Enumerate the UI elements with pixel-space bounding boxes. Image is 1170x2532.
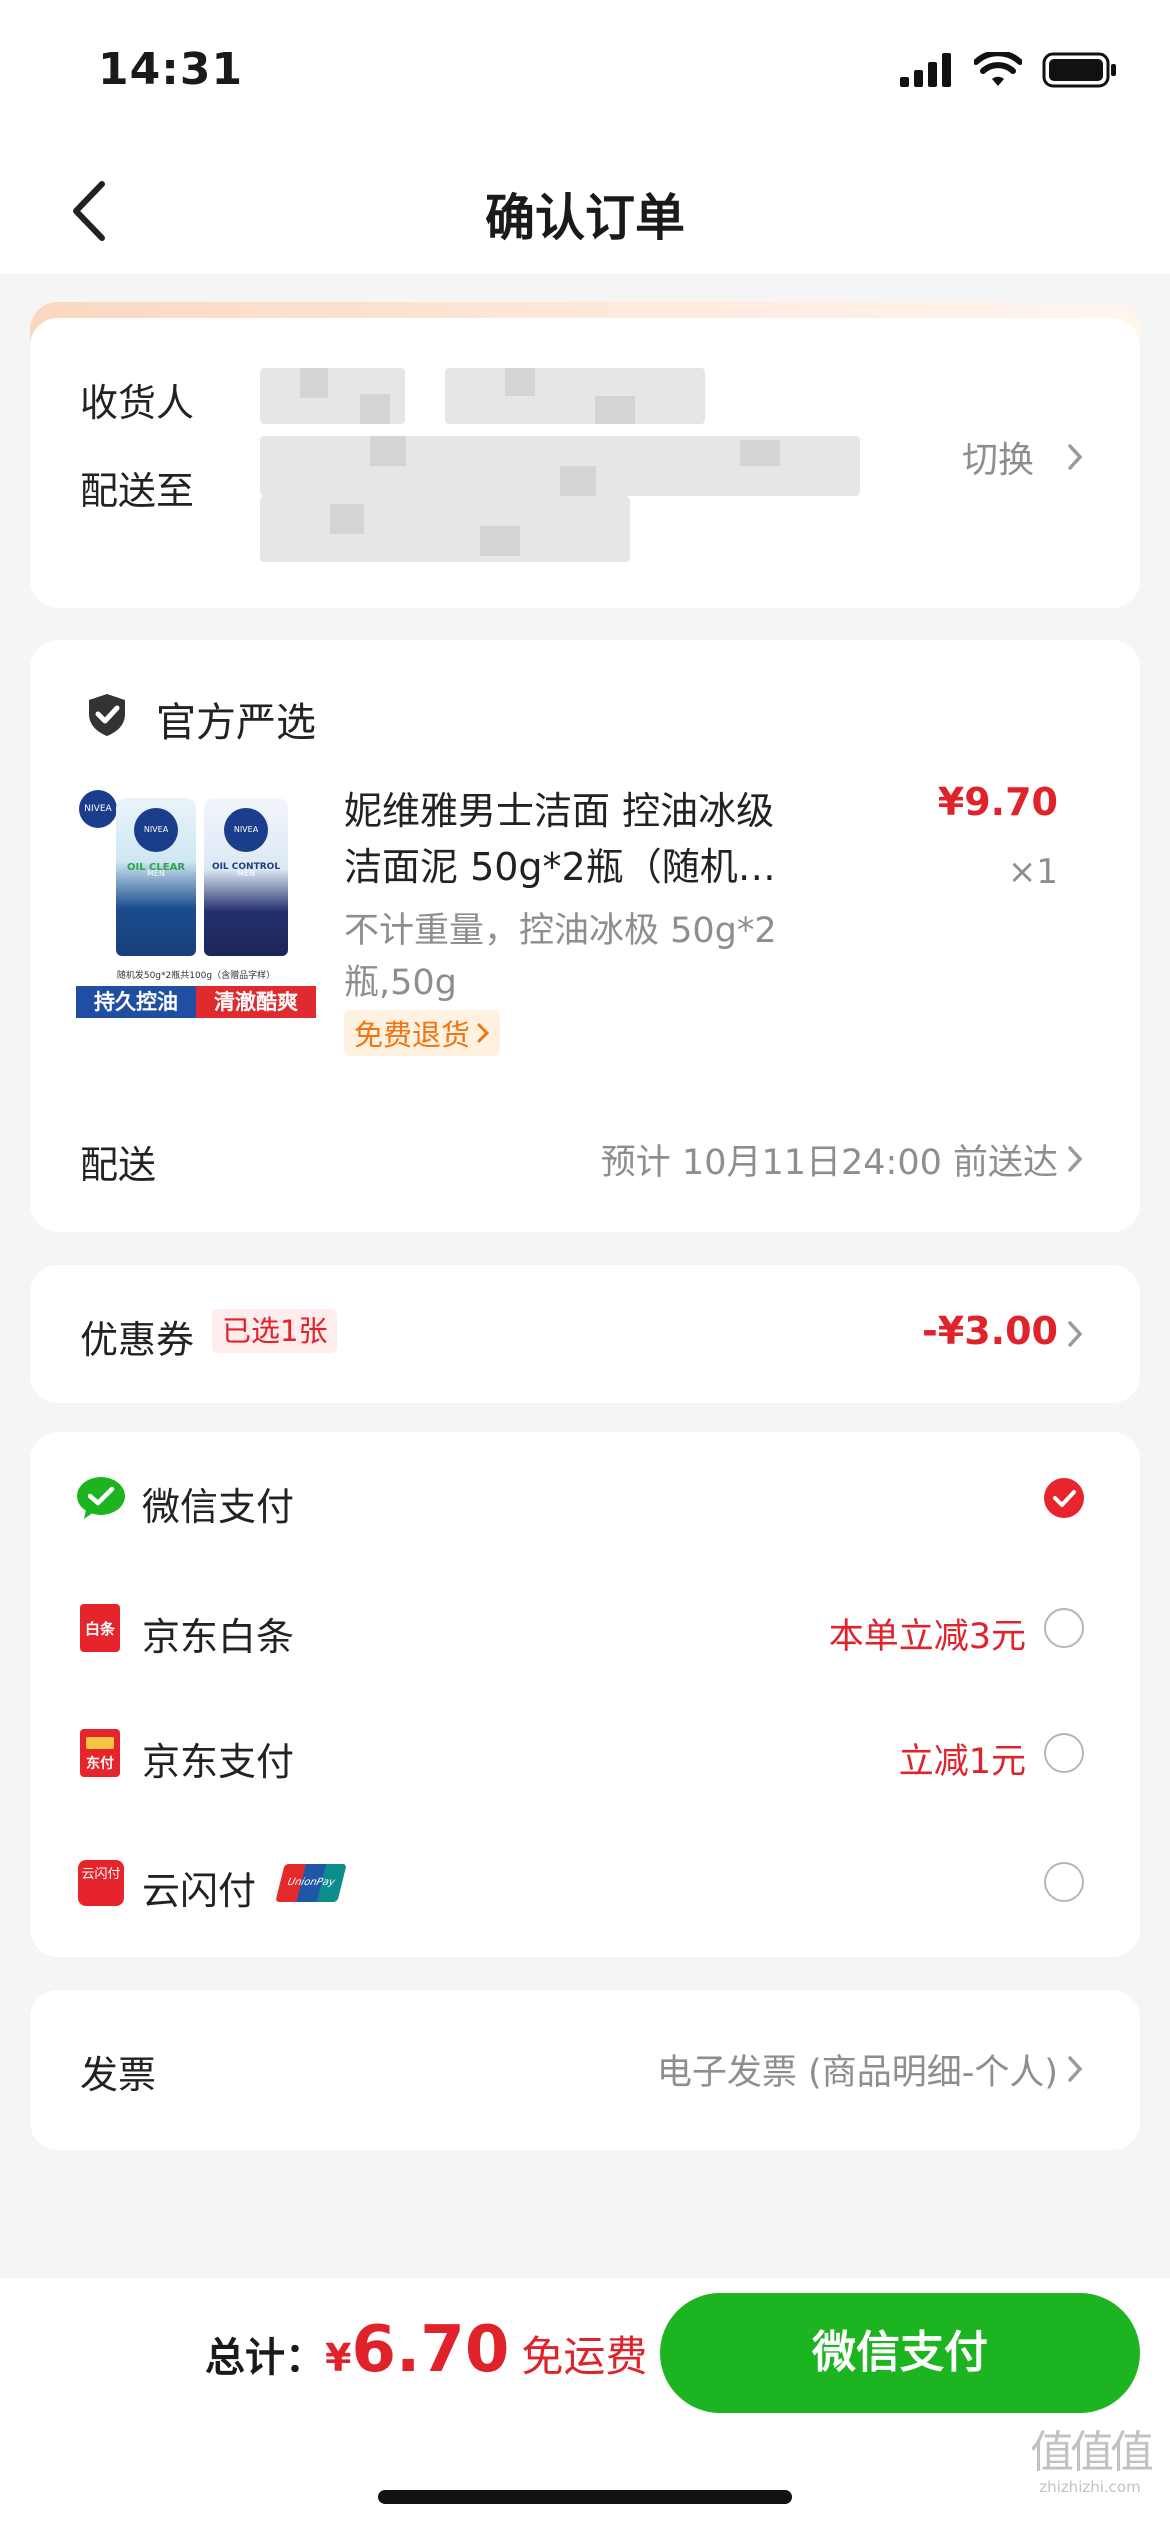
cellular-signal-icon <box>900 53 951 87</box>
status-icons <box>900 52 1118 88</box>
payment-method-name: 京东白条 <box>142 1615 295 1659</box>
chevron-right-icon <box>477 1023 490 1043</box>
invoice-label: 发票 <box>80 2053 157 2097</box>
yunshanfu-icon-text: 云闪付 <box>81 1867 121 1882</box>
payment-method-name: 京东支付 <box>142 1740 295 1784</box>
chevron-right-icon <box>1068 444 1083 470</box>
jd-baitiao-icon: 白条 <box>80 1604 120 1652</box>
jdpay-icon-text: 东付 <box>86 1756 114 1772</box>
delivery-time[interactable]: 预计 10月11日24:00 前送达 <box>450 1134 1058 1185</box>
wifi-icon <box>974 52 1022 86</box>
total-label: 总计： <box>205 2335 325 2381</box>
tube2-brand-text: NIVEA MEN <box>224 808 268 878</box>
tube1-label-text: OIL CLEAR <box>126 862 186 873</box>
switch-address-label[interactable]: 切换 <box>962 431 1034 483</box>
coupon-card[interactable]: 优惠券 已选1张 -¥3.00 <box>30 1265 1140 1403</box>
status-time: 14:31 <box>98 44 244 95</box>
delivery-label: 配送 <box>80 1143 157 1187</box>
nivea-logo: NIVEA <box>79 790 117 828</box>
radio-unchecked-icon[interactable] <box>1044 1862 1084 1902</box>
product-quantity: ×1 <box>1007 852 1058 892</box>
address-card[interactable]: 收货人 配送至 切换 <box>30 318 1140 608</box>
unionpay-logo: UnionPay <box>275 1864 347 1902</box>
yunshanfu-icon: 云闪付 <box>78 1860 124 1906</box>
coupon-discount: -¥3.00 <box>922 1309 1058 1353</box>
payment-option-wechat[interactable]: 微信支付 <box>30 1432 1140 1562</box>
free-return-badge[interactable]: 免费退货 <box>344 1010 501 1056</box>
product-image-caption: 随机发50g*2瓶共100g（含赠品字样） <box>116 971 276 981</box>
payment-promo: 立减1元 <box>898 1742 1026 1782</box>
coupon-selected-badge: 已选1张 <box>212 1309 338 1353</box>
wechat-pay-icon <box>77 1477 125 1519</box>
tube1-brand-text: NIVEA MEN <box>134 808 178 878</box>
free-return-text: 免费退货 <box>354 1018 471 1052</box>
receiver-phone-redacted <box>445 368 705 424</box>
battery-icon <box>1042 52 1116 88</box>
product-card: 官方严选 NIVEA NIVEA MEN OIL CLEAR NIVEA MEN… <box>30 640 1140 1232</box>
chevron-right-icon <box>1068 1321 1083 1347</box>
product-name-line1[interactable]: 妮维雅男士洁面 控油冰级 <box>344 780 774 835</box>
tube2-label-text: OIL CONTROL <box>211 862 281 872</box>
coupon-label: 优惠券 <box>80 1318 195 1362</box>
radio-unchecked-icon[interactable] <box>1044 1608 1084 1648</box>
address-line2-redacted <box>260 496 630 562</box>
shield-check-icon <box>89 694 125 736</box>
product-name-line2[interactable]: 洁面泥 50g*2瓶（随机… <box>344 836 776 891</box>
product-price: ¥9.70 <box>937 780 1058 824</box>
payment-card: 微信支付 白条 京东白条 本单立减3元 东付 京东支付 立减1元 云闪付 云闪付… <box>30 1432 1140 1957</box>
receiver-name-redacted <box>260 368 405 424</box>
radio-unchecked-icon[interactable] <box>1044 1733 1084 1773</box>
payment-method-name: 云闪付 <box>142 1869 257 1913</box>
product-image-tag-1: 持久控油 <box>76 986 196 1018</box>
wechat-pay-button[interactable]: 微信支付 <box>660 2293 1140 2413</box>
unionpay-logo-text: UnionPay <box>286 1877 336 1888</box>
payment-method-name: 微信支付 <box>142 1485 295 1529</box>
page-title: 确认订单 <box>485 189 685 247</box>
receiver-label: 收货人 <box>80 381 195 425</box>
home-indicator <box>378 2490 792 2504</box>
address-line1-redacted <box>260 436 860 496</box>
chevron-right-icon <box>1068 2056 1083 2082</box>
baitiao-icon-text: 白条 <box>84 1620 115 1638</box>
payment-promo: 本单立减3元 <box>828 1617 1026 1657</box>
watermark: 值值值 zhizhizhi.com <box>1020 2427 1160 2497</box>
payment-option-jdpay[interactable]: 东付 京东支付 立减1元 <box>30 1687 1140 1817</box>
payment-option-baitiao[interactable]: 白条 京东白条 本单立减3元 <box>30 1562 1140 1692</box>
order-total: 总计： ¥ 6.70 免运费 <box>205 2313 647 2403</box>
product-spec-line1: 不计重量，控油冰极 50g*2 <box>344 911 777 951</box>
total-currency: ¥ <box>325 2336 352 2380</box>
product-image[interactable]: NIVEA NIVEA MEN OIL CLEAR NIVEA MEN OIL … <box>76 782 316 1022</box>
status-bar: 14:31 <box>0 0 1170 150</box>
radio-checked-icon[interactable] <box>1044 1478 1084 1518</box>
total-amount: 6.70 <box>351 2313 510 2387</box>
chevron-right-icon <box>1068 1146 1083 1172</box>
product-spec-line2: 瓶,50g <box>344 963 457 1003</box>
payment-option-yunshanfu[interactable]: 云闪付 云闪付 UnionPay <box>30 1816 1140 1946</box>
invoice-card[interactable]: 发票 电子发票 (商品明细-个人) <box>30 1990 1140 2150</box>
deliver-to-label: 配送至 <box>80 469 195 513</box>
watermark-url: zhizhizhi.com <box>1039 2478 1141 2496</box>
product-tube-2: NIVEA MEN OIL CONTROL <box>204 798 288 956</box>
jd-pay-icon: 东付 <box>80 1729 120 1777</box>
invoice-value: 电子发票 (商品明细-个人) <box>656 2053 1058 2093</box>
nav-bar: 确认订单 <box>0 150 1170 274</box>
product-image-tag-2: 清澈酷爽 <box>196 986 316 1018</box>
free-shipping-label: 免运费 <box>521 2332 648 2381</box>
shop-label: 官方严选 <box>156 700 316 746</box>
watermark-chars: 值值值 <box>1030 2427 1154 2478</box>
product-tube-1: NIVEA MEN OIL CLEAR <box>116 798 196 956</box>
